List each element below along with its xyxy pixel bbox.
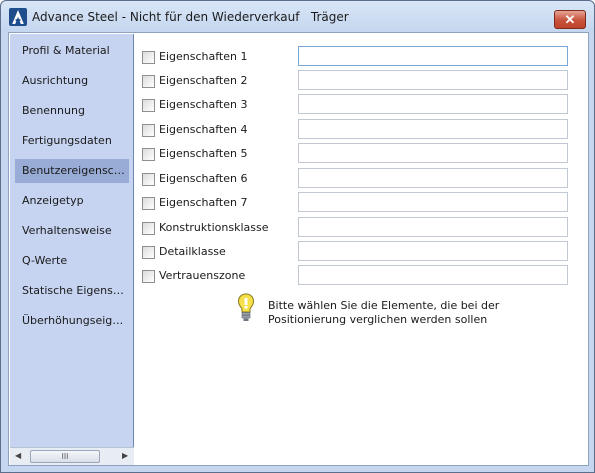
property-field[interactable] <box>298 119 568 139</box>
property-field[interactable] <box>298 168 568 188</box>
property-checkbox[interactable] <box>142 246 155 259</box>
property-label: Eigenschaften 5 <box>159 147 248 160</box>
sidebar-item-statische-eigenschaften[interactable]: Statische Eigenschaften <box>15 279 129 303</box>
sidebar-item-q-werte[interactable]: Q-Werte <box>15 249 129 273</box>
category-sidebar: Profil & Material Ausrichtung Benennung … <box>10 34 134 447</box>
property-row: Eigenschaften 3 <box>135 94 588 116</box>
dialog-window: Advance Steel - Nicht für den Wiederverk… <box>0 0 595 473</box>
property-row: Konstruktionsklasse <box>135 217 588 239</box>
property-checkbox[interactable] <box>142 197 155 210</box>
lightbulb-icon <box>237 293 255 321</box>
property-field[interactable] <box>298 143 568 163</box>
property-label: Eigenschaften 4 <box>159 123 248 136</box>
property-label: Eigenschaften 1 <box>159 50 248 63</box>
property-field[interactable] <box>298 70 568 90</box>
dialog-client: Profil & Material Ausrichtung Benennung … <box>8 32 589 466</box>
sidebar-item-ausrichtung[interactable]: Ausrichtung <box>15 69 129 93</box>
property-label: Konstruktionsklasse <box>159 221 269 234</box>
property-field[interactable] <box>298 46 568 66</box>
sidebar-item-anzeigetyp[interactable]: Anzeigetyp <box>15 189 129 213</box>
property-checkbox[interactable] <box>142 75 155 88</box>
scrollbar-thumb[interactable]: III <box>30 450 100 463</box>
title-bar[interactable]: Advance Steel - Nicht für den Wiederverk… <box>1 1 594 32</box>
property-label: Eigenschaften 7 <box>159 196 248 209</box>
scroll-right-icon[interactable]: ▶ <box>122 451 128 460</box>
property-checkbox[interactable] <box>142 51 155 64</box>
property-field[interactable] <box>298 265 568 285</box>
property-checkbox[interactable] <box>142 270 155 283</box>
sidebar-item-benennung[interactable]: Benennung <box>15 99 129 123</box>
property-field[interactable] <box>298 241 568 261</box>
property-row: Eigenschaften 7 <box>135 192 588 214</box>
property-label: Eigenschaften 3 <box>159 98 248 111</box>
property-row: Vertrauenszone <box>135 265 588 287</box>
close-button[interactable]: ✕ <box>554 10 586 29</box>
sidebar-item-ueberhoehungseigenschaften[interactable]: Überhöhungseigenschaften <box>15 309 129 333</box>
property-checkbox[interactable] <box>142 124 155 137</box>
property-checkbox[interactable] <box>142 173 155 186</box>
window-title: Advance Steel - Nicht für den Wiederverk… <box>32 10 349 24</box>
sidebar-item-benutzereigenschaften[interactable]: Benutzereigenschaften <box>15 159 129 183</box>
property-label: Eigenschaften 6 <box>159 172 248 185</box>
sidebar-item-profil-material[interactable]: Profil & Material <box>15 39 129 63</box>
property-label: Vertrauenszone <box>159 269 246 282</box>
property-row: Eigenschaften 4 <box>135 119 588 141</box>
property-row: Eigenschaften 6 <box>135 168 588 190</box>
sidebar-item-verhaltensweise[interactable]: Verhaltensweise <box>15 219 129 243</box>
sidebar-item-fertigungsdaten[interactable]: Fertigungsdaten <box>15 129 129 153</box>
sidebar-horizontal-scrollbar[interactable]: ◀ III ▶ <box>10 447 134 465</box>
property-row: Eigenschaften 5 <box>135 143 588 165</box>
property-row: Detailklasse <box>135 241 588 263</box>
properties-panel: Eigenschaften 1 Eigenschaften 2 Eigensch… <box>135 34 588 465</box>
property-label: Eigenschaften 2 <box>159 74 248 87</box>
property-checkbox[interactable] <box>142 222 155 235</box>
property-checkbox[interactable] <box>142 148 155 161</box>
scroll-left-icon[interactable]: ◀ <box>15 451 21 460</box>
property-row: Eigenschaften 2 <box>135 70 588 92</box>
close-icon: ✕ <box>564 12 576 27</box>
property-checkbox[interactable] <box>142 99 155 112</box>
hint-message: Bitte wählen Sie die Elemente, die bei d… <box>268 299 500 326</box>
property-label: Detailklasse <box>159 245 226 258</box>
advance-steel-logo-icon <box>9 8 27 26</box>
property-field[interactable] <box>298 192 568 212</box>
property-field[interactable] <box>298 217 568 237</box>
property-row: Eigenschaften 1 <box>135 46 588 68</box>
property-field[interactable] <box>298 94 568 114</box>
